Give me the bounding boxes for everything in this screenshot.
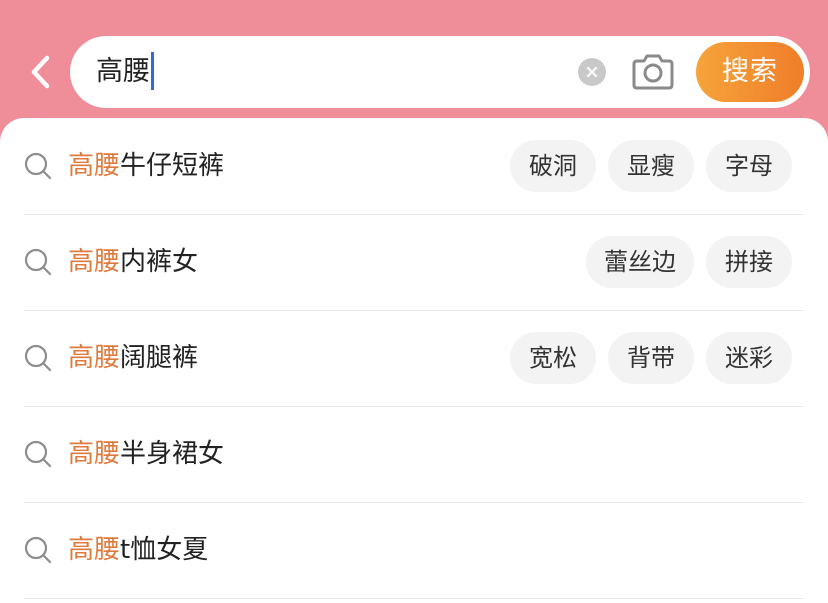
chevron-left-icon — [31, 55, 50, 89]
close-icon — [586, 66, 598, 78]
search-icon — [24, 440, 52, 468]
search-icon — [24, 536, 52, 564]
search-icon — [24, 344, 52, 372]
suggestion-row[interactable]: 高腰阔腿裤 宽松 背带 迷彩 — [24, 310, 804, 407]
suggestion-highlight: 高腰 — [68, 439, 121, 469]
suggestion-text: 高腰内裤女 — [68, 214, 198, 310]
text-caret — [151, 51, 154, 90]
search-header: 高腰 搜索 — [0, 0, 828, 118]
tag-chip[interactable]: 显瘦 — [608, 140, 694, 192]
tag-list: 蕾丝边 拼接 — [586, 236, 792, 288]
suggestion-rest: t恤女夏 — [120, 535, 209, 565]
tag-chip[interactable]: 宽松 — [510, 332, 596, 384]
search-icon — [24, 248, 52, 276]
suggestion-highlight: 高腰 — [68, 247, 121, 277]
tag-chip[interactable]: 破洞 — [510, 140, 596, 192]
suggestion-text: 高腰半身裙女 — [68, 406, 224, 502]
suggestion-highlight: 高腰 — [68, 151, 121, 181]
tag-chip[interactable]: 迷彩 — [706, 332, 792, 384]
suggestion-rest: 阔腿裤 — [120, 343, 199, 373]
suggestion-rest: 牛仔短裤 — [120, 151, 225, 181]
suggestion-text: 高腰阔腿裤 — [68, 310, 198, 406]
search-box[interactable]: 高腰 搜索 — [70, 36, 810, 108]
suggestion-text: 高腰t恤女夏 — [68, 502, 208, 598]
camera-button[interactable] — [630, 52, 676, 92]
suggestion-row[interactable]: 高腰t恤女夏 — [24, 502, 804, 599]
search-button[interactable]: 搜索 — [696, 42, 804, 102]
tag-list: 破洞 显瘦 字母 — [510, 140, 792, 192]
search-query-text: 高腰 — [96, 56, 150, 87]
search-icon — [24, 152, 52, 180]
suggestion-panel: 高腰牛仔短裤 破洞 显瘦 字母 高腰内裤女 蕾丝边 拼接 高腰阔腿裤 宽松 背带… — [0, 118, 828, 603]
tag-list: 宽松 背带 迷彩 — [510, 332, 792, 384]
clear-button[interactable] — [578, 58, 606, 86]
tag-chip[interactable]: 蕾丝边 — [586, 236, 694, 288]
suggestion-row[interactable]: 高腰内裤女 蕾丝边 拼接 — [24, 214, 804, 311]
suggestion-rest: 半身裙女 — [120, 439, 225, 469]
suggestion-rest: 内裤女 — [120, 247, 199, 277]
back-button[interactable] — [22, 52, 58, 92]
suggestion-row[interactable]: 高腰牛仔短裤 破洞 显瘦 字母 — [24, 118, 804, 215]
tag-chip[interactable]: 拼接 — [706, 236, 792, 288]
suggestion-row[interactable]: 高腰半身裙女 — [24, 406, 804, 503]
suggestion-text: 高腰牛仔短裤 — [68, 118, 224, 214]
camera-icon — [632, 54, 674, 90]
suggestion-highlight: 高腰 — [68, 535, 121, 565]
tag-chip[interactable]: 字母 — [706, 140, 792, 192]
search-input[interactable]: 高腰 — [96, 36, 154, 108]
tag-chip[interactable]: 背带 — [608, 332, 694, 384]
suggestion-highlight: 高腰 — [68, 343, 121, 373]
